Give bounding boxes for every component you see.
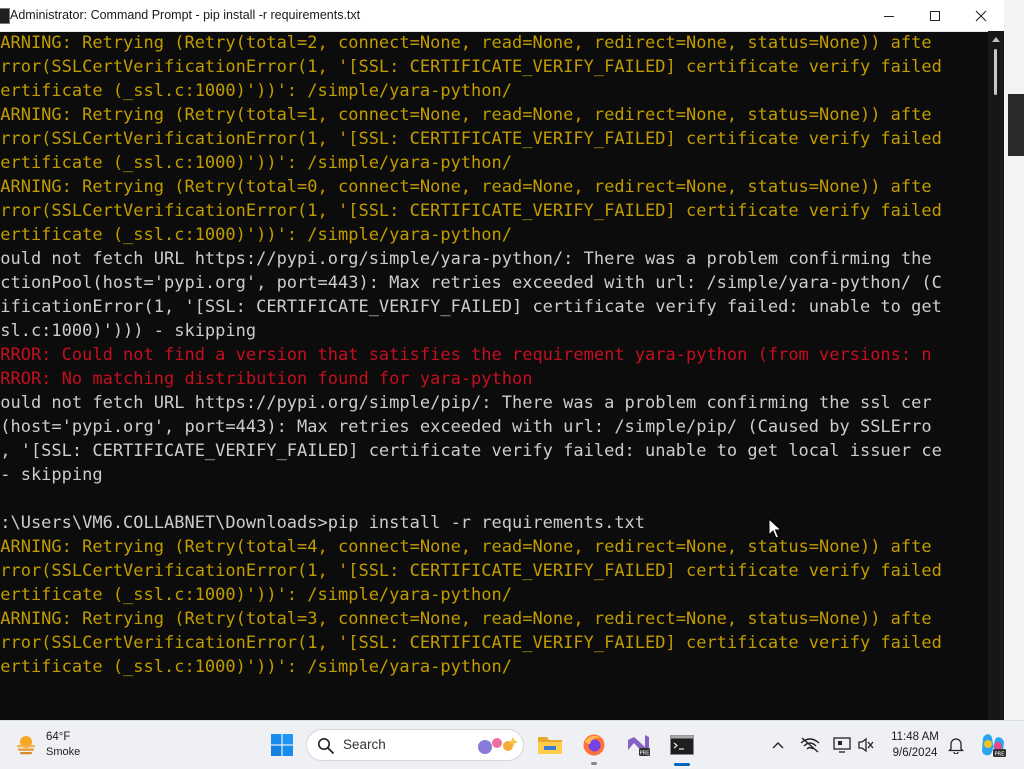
windows-logo-icon bbox=[271, 734, 293, 756]
console-line: certificate (_ssl.c:1000)'))': /simple/y… bbox=[0, 657, 512, 677]
console-line: ERROR: Could not find a version that sat… bbox=[0, 345, 932, 365]
console-line: - skipping bbox=[0, 465, 103, 485]
console-line: Error(SSLCertVerificationError(1, '[SSL:… bbox=[0, 57, 942, 77]
vertical-scrollbar[interactable] bbox=[988, 31, 1004, 720]
title-bar[interactable]: Administrator: Command Prompt - pip inst… bbox=[0, 0, 1004, 32]
console-line: l(host='pypi.org', port=443): Max retrie… bbox=[0, 417, 932, 437]
console-line: certificate (_ssl.c:1000)'))': /simple/y… bbox=[0, 585, 512, 605]
network-disconnected-icon bbox=[800, 737, 820, 753]
show-hidden-icons-button[interactable] bbox=[765, 721, 791, 769]
console-line: certificate (_ssl.c:1000)'))': /simple/y… bbox=[0, 225, 512, 245]
console-line: Could not fetch URL https://pypi.org/sim… bbox=[0, 393, 932, 413]
command-prompt-window[interactable]: Administrator: Command Prompt - pip inst… bbox=[0, 0, 1004, 720]
bell-icon bbox=[948, 738, 964, 754]
mouse-pointer-icon bbox=[768, 518, 782, 539]
weather-widget[interactable]: 64°F Smoke bbox=[14, 721, 114, 769]
speaker-muted-icon bbox=[858, 737, 874, 753]
minimize-button[interactable] bbox=[866, 0, 912, 31]
clock-date: 9/6/2024 bbox=[892, 747, 938, 759]
desktop-background bbox=[1004, 0, 1024, 720]
console-line: WARNING: Retrying (Retry(total=0, connec… bbox=[0, 177, 932, 197]
scroll-up-arrow-icon[interactable] bbox=[992, 37, 1000, 42]
search-icon bbox=[318, 738, 334, 754]
console-line: certificate (_ssl.c:1000)'))': /simple/y… bbox=[0, 81, 512, 101]
taskbar: 64°F Smoke Search PRE 11:48 AM 9/6/2024 … bbox=[0, 720, 1024, 769]
notifications-button[interactable] bbox=[943, 721, 969, 769]
console-line: Error(SSLCertVerificationError(1, '[SSL:… bbox=[0, 633, 942, 653]
volume-control[interactable] bbox=[853, 721, 879, 769]
display-settings[interactable] bbox=[829, 721, 855, 769]
cmd-app-icon bbox=[0, 8, 10, 24]
taskbar-search-box[interactable]: Search bbox=[306, 729, 524, 761]
console-line: WARNING: Retrying (Retry(total=4, connec… bbox=[0, 537, 932, 557]
weather-temperature: 64°F bbox=[46, 731, 71, 743]
chevron-up-icon bbox=[772, 742, 784, 749]
svg-text:PRE: PRE bbox=[995, 751, 1005, 757]
maximize-button[interactable] bbox=[912, 0, 958, 31]
console-line: WARNING: Retrying (Retry(total=2, connec… bbox=[0, 33, 932, 53]
svg-text:PRE: PRE bbox=[640, 750, 650, 756]
console-line: 1, '[SSL: CERTIFICATE_VERIFY_FAILED] cer… bbox=[0, 441, 942, 461]
sun-haze-icon bbox=[17, 736, 35, 755]
firefox-icon bbox=[583, 734, 605, 756]
console-line: Error(SSLCertVerificationError(1, '[SSL:… bbox=[0, 201, 942, 221]
console-line: ssl.c:1000)'))) - skipping bbox=[0, 321, 257, 341]
terminal-icon bbox=[670, 735, 694, 755]
window-title: Administrator: Command Prompt - pip inst… bbox=[10, 8, 361, 22]
scroll-thumb[interactable] bbox=[994, 49, 997, 95]
console-line: C:\Users\VM6.COLLABNET\Downloads>pip ins… bbox=[0, 513, 646, 533]
copilot-icon: PRE bbox=[982, 734, 1006, 757]
console-line: ectionPool(host='pypi.org', port=443): M… bbox=[0, 273, 942, 293]
folder-icon bbox=[538, 737, 562, 754]
clock-time: 11:48 AM bbox=[891, 731, 939, 743]
taskbar-visual-studio[interactable]: PRE bbox=[618, 721, 658, 769]
console-line: WARNING: Retrying (Retry(total=1, connec… bbox=[0, 105, 932, 125]
search-highlight-icon bbox=[478, 737, 518, 754]
console-line: certificate (_ssl.c:1000)'))': /simple/y… bbox=[0, 153, 512, 173]
start-button[interactable] bbox=[264, 721, 300, 769]
console-line: Error(SSLCertVerificationError(1, '[SSL:… bbox=[0, 129, 942, 149]
search-placeholder: Search bbox=[343, 737, 386, 752]
system-clock[interactable]: 11:48 AM 9/6/2024 bbox=[884, 729, 946, 761]
console-output[interactable]: WARNING: Retrying (Retry(total=2, connec… bbox=[0, 31, 988, 720]
weather-condition: Smoke bbox=[46, 746, 81, 758]
copilot-button[interactable]: PRE bbox=[976, 721, 1010, 769]
monitor-icon bbox=[833, 737, 851, 753]
console-line: rificationError(1, '[SSL: CERTIFICATE_VE… bbox=[0, 297, 942, 317]
console-line: Error(SSLCertVerificationError(1, '[SSL:… bbox=[0, 561, 942, 581]
visual-studio-icon: PRE bbox=[628, 735, 650, 756]
close-icon bbox=[975, 10, 987, 21]
maximize-icon bbox=[930, 10, 940, 21]
taskbar-command-prompt[interactable] bbox=[662, 721, 702, 769]
network-status[interactable] bbox=[797, 721, 823, 769]
minimize-icon bbox=[884, 15, 894, 17]
console-line: Could not fetch URL https://pypi.org/sim… bbox=[0, 249, 932, 269]
taskbar-file-explorer[interactable] bbox=[530, 721, 570, 769]
console-line: WARNING: Retrying (Retry(total=3, connec… bbox=[0, 609, 932, 629]
taskbar-firefox[interactable] bbox=[574, 721, 614, 769]
close-button[interactable] bbox=[958, 0, 1004, 31]
console-line: ERROR: No matching distribution found fo… bbox=[0, 369, 533, 389]
